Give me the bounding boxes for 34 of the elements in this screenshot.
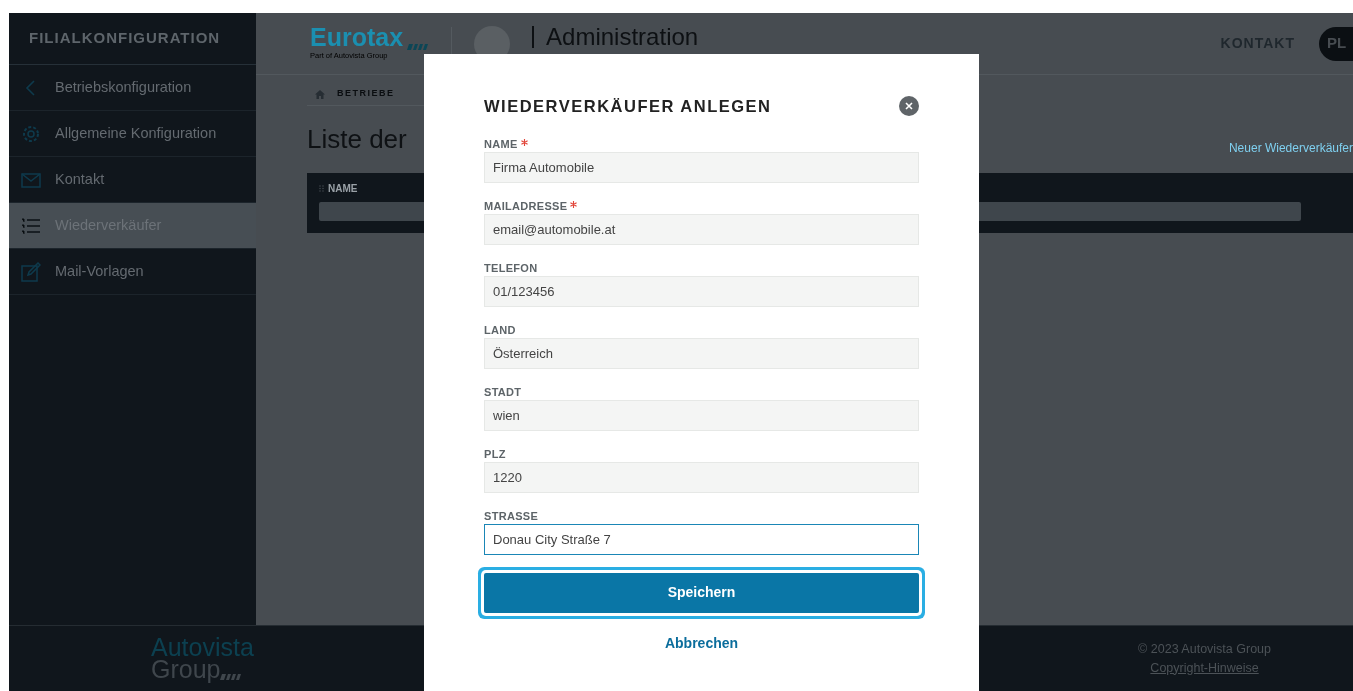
column-header[interactable]: NAME bbox=[328, 181, 358, 196]
close-icon bbox=[905, 102, 913, 111]
input-field[interactable]: 01/123456 bbox=[484, 275, 919, 307]
edit-icon bbox=[21, 261, 41, 282]
cancel-link[interactable]: Abbrechen bbox=[664, 632, 739, 654]
field-label: STRASSE bbox=[484, 510, 539, 522]
page-title: Liste der bbox=[307, 123, 407, 156]
drag-handle-icon[interactable] bbox=[319, 185, 324, 192]
logo-dots-icon bbox=[407, 44, 430, 51]
logo-dots-icon bbox=[220, 673, 243, 680]
sidebar-item[interactable]: Mail-Vorlagen bbox=[9, 249, 256, 295]
new-reseller-link[interactable]: Neuer Wiederverkäufer bbox=[1228, 139, 1353, 157]
numbered-list-icon bbox=[21, 215, 41, 236]
field-label: LAND bbox=[484, 324, 516, 336]
modal-title: WIEDERVERKÄUFER ANLEGEN bbox=[484, 96, 772, 117]
field-label: NAME bbox=[484, 138, 518, 150]
copyright-text: © 2023 Autovista Group bbox=[1138, 640, 1271, 658]
close-button[interactable] bbox=[899, 96, 919, 117]
app-title: Administration bbox=[546, 21, 699, 52]
field-label: STADT bbox=[484, 386, 522, 398]
field-label: TELEFON bbox=[484, 262, 538, 274]
required-icon bbox=[570, 200, 578, 208]
input-field[interactable]: Firma Automobile bbox=[484, 151, 919, 183]
field-label: PLZ bbox=[484, 448, 506, 460]
input-field[interactable]: Donau City Straße 7 bbox=[484, 523, 919, 555]
input-field[interactable]: 1220 bbox=[484, 461, 919, 493]
input-field[interactable]: wien bbox=[484, 399, 919, 431]
home-icon[interactable] bbox=[315, 89, 325, 99]
gear-icon bbox=[21, 123, 41, 144]
input-field[interactable]: Österreich bbox=[484, 337, 919, 369]
field-label: MAILADRESSE bbox=[484, 200, 568, 212]
required-icon bbox=[520, 138, 528, 146]
input-field[interactable]: email@automobile.at bbox=[484, 213, 919, 245]
logo-text: Eurotax bbox=[310, 25, 404, 51]
